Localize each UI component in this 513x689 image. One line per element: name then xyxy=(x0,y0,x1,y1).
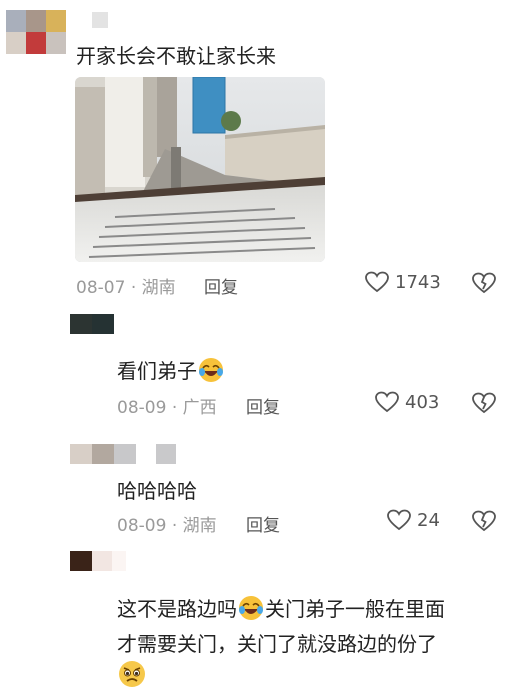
comment-text: 开家长会不敢让家长来 xyxy=(76,44,276,68)
classroom-photo-image xyxy=(75,77,325,262)
username-mosaic[interactable] xyxy=(156,444,176,464)
comment-date: 08-07 xyxy=(76,278,126,298)
dislike-button[interactable] xyxy=(472,510,496,536)
rolling-laughing-emoji xyxy=(239,595,263,620)
broken-heart-icon xyxy=(472,510,496,532)
worried-face-emoji xyxy=(119,661,145,687)
like-button[interactable]: 1743 xyxy=(365,271,441,293)
reply-button[interactable]: 回复 xyxy=(204,273,238,298)
comment-text: 哈哈哈哈 xyxy=(117,479,197,503)
comment-text-body: 看们弟子 xyxy=(117,359,197,383)
avatar[interactable] xyxy=(70,551,112,571)
broken-heart-icon xyxy=(472,272,496,294)
heart-outline-icon xyxy=(365,271,389,293)
comment-date: 08-09 xyxy=(117,398,167,418)
username-mosaic[interactable] xyxy=(92,12,108,28)
heart-outline-icon xyxy=(375,391,399,413)
heart-outline-icon xyxy=(387,509,411,531)
comment-meta: 08-09 · 广西 xyxy=(117,393,217,418)
comment-text-part: 关门弟子一般在里面 xyxy=(265,597,445,621)
avatar[interactable] xyxy=(70,444,136,464)
rolling-laughing-emoji xyxy=(199,357,223,382)
like-count: 403 xyxy=(405,391,440,413)
avatar[interactable] xyxy=(6,10,86,54)
reply-button[interactable]: 回复 xyxy=(246,393,280,418)
meta-separator: · xyxy=(171,516,178,536)
broken-heart-icon xyxy=(472,392,496,414)
comment-text-part: 这不是路边吗 xyxy=(117,597,237,621)
dislike-button[interactable] xyxy=(472,392,496,418)
username-mosaic[interactable] xyxy=(92,314,114,334)
username-mosaic[interactable] xyxy=(112,551,126,571)
comment-photo[interactable] xyxy=(75,77,325,262)
meta-separator: · xyxy=(130,278,137,298)
like-count: 24 xyxy=(417,509,440,531)
comment-text: 看们弟子 xyxy=(117,355,224,384)
dislike-button[interactable] xyxy=(472,272,496,298)
meta-separator: · xyxy=(171,398,178,418)
comment-location: 湖南 xyxy=(141,278,176,298)
reply-button[interactable]: 回复 xyxy=(246,511,280,536)
comment-meta: 08-09 · 湖南 xyxy=(117,511,217,536)
comment-text-line: 才需要关门，关门了就没路边的份了 xyxy=(117,632,437,656)
like-button[interactable]: 24 xyxy=(387,509,440,531)
like-button[interactable]: 403 xyxy=(375,391,439,413)
comment-meta: 08-07 · 湖南 xyxy=(76,273,176,298)
comment-location: 湖南 xyxy=(182,516,217,536)
comment-location: 广西 xyxy=(182,398,217,418)
comment-date: 08-09 xyxy=(117,516,167,536)
comment-text-line xyxy=(117,659,147,689)
like-count: 1743 xyxy=(395,271,441,293)
comment-text-line: 这不是路边吗 关门弟子一般在里面 xyxy=(117,593,445,622)
